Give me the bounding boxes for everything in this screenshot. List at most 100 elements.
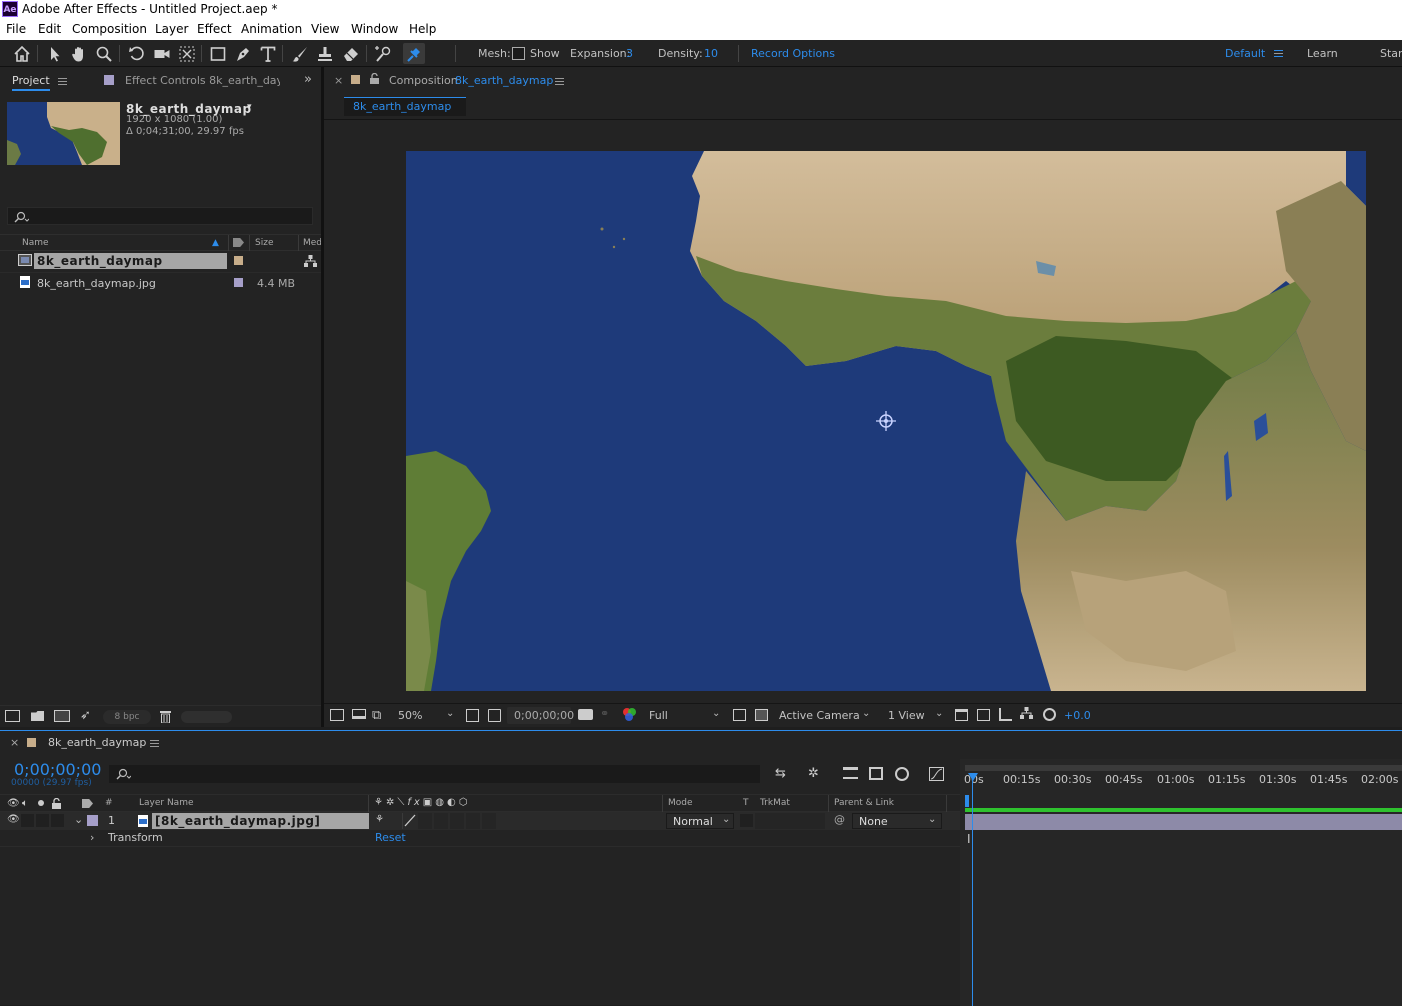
label-column-icon[interactable]: [82, 799, 93, 808]
show-mesh-checkbox[interactable]: [512, 47, 525, 60]
playhead-line[interactable]: [972, 779, 973, 1006]
layer-visibility-eye-icon[interactable]: 👁: [7, 814, 20, 825]
column-media[interactable]: Med: [303, 238, 322, 248]
frame-blend-switch[interactable]: [434, 813, 448, 829]
parent-dropdown[interactable]: None ⌄: [852, 813, 942, 829]
motion-blur-icon[interactable]: [895, 767, 909, 781]
camera-view-dropdown[interactable]: Active Camera ⌄: [774, 708, 874, 724]
tab-composition-name[interactable]: 8k_earth_daymap: [455, 74, 553, 87]
project-panel-menu-icon[interactable]: [58, 78, 67, 85]
workspace-menu-icon[interactable]: [1274, 50, 1283, 57]
record-options-link[interactable]: Record Options: [751, 47, 835, 60]
quality-switch[interactable]: [402, 813, 417, 829]
3d-layer-switch[interactable]: [482, 813, 496, 829]
column-track-matte[interactable]: TrkMat: [760, 798, 790, 808]
toggle-transparency-grid-icon[interactable]: [755, 709, 768, 721]
primary-viewer-icon[interactable]: [352, 709, 366, 719]
eraser-tool-icon[interactable]: [340, 43, 362, 64]
lock-icon[interactable]: [370, 72, 379, 87]
frame-blending-icon[interactable]: [869, 767, 883, 780]
close-tab-icon[interactable]: ×: [334, 74, 343, 87]
close-timeline-tab-icon[interactable]: ×: [10, 736, 19, 749]
item-label-color[interactable]: [234, 256, 243, 265]
hand-tool-icon[interactable]: [68, 43, 90, 64]
track-matte-dropdown[interactable]: [755, 813, 825, 829]
zoom-dropdown[interactable]: 50% ⌄: [394, 708, 458, 724]
selection-tool-icon[interactable]: [44, 43, 66, 64]
new-composition-icon[interactable]: [54, 710, 70, 722]
timeline-tab-name[interactable]: 8k_earth_daymap: [48, 736, 146, 749]
show-snapshot-icon[interactable]: ⚭: [600, 707, 609, 720]
menu-help[interactable]: Help: [409, 18, 436, 40]
item-label-color[interactable]: [234, 278, 243, 287]
mask-visibility-icon[interactable]: ⧉: [372, 708, 381, 723]
tab-project[interactable]: Project: [12, 74, 50, 91]
effect-switch[interactable]: [418, 813, 432, 829]
shy-layers-icon[interactable]: [843, 767, 858, 779]
exposure-value[interactable]: +0.0: [1064, 709, 1091, 722]
always-preview-icon[interactable]: [330, 709, 344, 721]
roto-brush-tool-icon[interactable]: [372, 43, 394, 64]
new-folder-icon[interactable]: [31, 711, 44, 721]
column-parent[interactable]: Parent & Link: [834, 798, 894, 808]
menu-edit[interactable]: Edit: [38, 18, 61, 40]
audio-icon[interactable]: 🔈︎: [22, 798, 28, 809]
layer-lock-toggle[interactable]: [51, 814, 64, 827]
project-search-input[interactable]: [7, 207, 313, 225]
project-settings-icon[interactable]: ➶: [80, 708, 91, 723]
timeline-panel-menu-icon[interactable]: [150, 740, 159, 747]
channel-rgb-icon[interactable]: [623, 708, 636, 721]
column-name[interactable]: Name: [22, 238, 49, 248]
draft-3d-icon[interactable]: ✲: [808, 766, 819, 781]
toggle-pixel-aspect-icon[interactable]: [955, 709, 968, 721]
rotation-tool-icon[interactable]: [126, 43, 148, 64]
menu-view[interactable]: View: [311, 18, 339, 40]
column-size[interactable]: Size: [255, 238, 273, 248]
transform-reset-link[interactable]: Reset: [375, 831, 406, 844]
transform-label[interactable]: Transform: [108, 831, 163, 844]
reset-exposure-icon[interactable]: [1043, 708, 1056, 721]
pen-tool-icon[interactable]: [232, 43, 254, 64]
layer-audio-toggle[interactable]: [21, 814, 34, 827]
trash-icon[interactable]: [160, 710, 171, 726]
puppet-pin-tool-icon[interactable]: [403, 43, 425, 64]
video-eye-icon[interactable]: 👁: [7, 798, 20, 809]
bit-depth-button[interactable]: 8 bpc: [103, 710, 151, 724]
tab-composition-label[interactable]: Composition: [389, 74, 458, 87]
column-layer-name[interactable]: Layer Name: [139, 798, 194, 808]
pan-behind-tool-icon[interactable]: [176, 43, 198, 64]
workspace-learn[interactable]: Learn: [1307, 47, 1338, 60]
expand-transform-icon[interactable]: ›: [90, 831, 94, 844]
layer-duration-bar[interactable]: [965, 814, 1402, 830]
flowchart-icon[interactable]: [304, 255, 317, 270]
expansion-value[interactable]: 3: [626, 47, 633, 60]
menu-window[interactable]: Window: [351, 18, 398, 40]
camera-tool-icon[interactable]: [151, 43, 173, 64]
adjustment-layer-switch[interactable]: [466, 813, 480, 829]
timeline-icon[interactable]: [999, 708, 1012, 721]
layer-label-color[interactable]: [87, 815, 98, 826]
workspace-default[interactable]: Default: [1225, 47, 1265, 60]
work-area-bar[interactable]: [965, 808, 1402, 812]
layer-solo-toggle[interactable]: [36, 814, 49, 827]
shy-switch-icon[interactable]: ⚘: [375, 814, 384, 825]
work-area-start-handle[interactable]: [965, 795, 969, 807]
tab-effect-controls[interactable]: Effect Controls 8k_earth_daymap: [125, 74, 280, 87]
snapshot-camera-icon[interactable]: [578, 709, 593, 720]
composition-viewer[interactable]: [406, 151, 1366, 691]
choose-grid-icon[interactable]: [466, 709, 479, 722]
panel-overflow-icon[interactable]: »: [304, 72, 312, 87]
pick-whip-icon[interactable]: @: [834, 813, 845, 826]
layer-row[interactable]: 👁 ⌄ 1 [8k_earth_daymap.jpg] ⚘ Normal ⌄ @…: [0, 812, 960, 830]
current-time-field[interactable]: 0;00;00;00: [507, 707, 574, 724]
brush-tool-icon[interactable]: [289, 43, 311, 64]
menu-animation[interactable]: Animation: [241, 18, 302, 40]
lock-column-icon[interactable]: [52, 797, 61, 812]
comp-flowchart-icon[interactable]: [1020, 707, 1033, 722]
preserve-transparency-checkbox[interactable]: [740, 814, 753, 827]
comp-flow-tab[interactable]: 8k_earth_daymap: [344, 97, 466, 116]
timeline-track-area[interactable]: 00s 00:15s 00:30s 00:45s 01:00s 01:15s 0…: [960, 759, 1402, 1006]
playhead-handle-icon[interactable]: [968, 773, 978, 781]
view-layout-dropdown[interactable]: 1 View ⌄: [883, 708, 947, 724]
transparency-grid-icon[interactable]: [488, 709, 501, 722]
